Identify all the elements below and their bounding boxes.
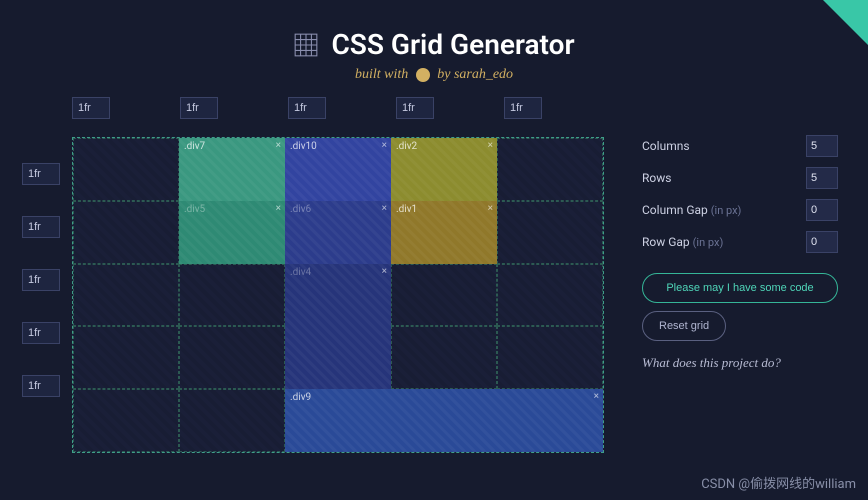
close-icon[interactable]: × [594, 391, 599, 402]
grid-cell[interactable] [179, 389, 285, 452]
row-unit-inputs [22, 163, 60, 397]
subtitle-author[interactable]: by sarah_edo [434, 67, 513, 82]
column-unit-inputs [72, 97, 612, 119]
col-unit-2[interactable] [288, 97, 326, 119]
div-label: .div5 [184, 204, 205, 215]
project-info-link[interactable]: What does this project do? [642, 355, 838, 371]
row-unit-0[interactable] [22, 163, 60, 185]
grid-cell[interactable] [391, 326, 497, 389]
code-button[interactable]: Please may I have some code [642, 273, 838, 303]
row-unit-4[interactable] [22, 375, 60, 397]
px-hint: (in px) [693, 236, 724, 249]
placed-div10[interactable]: .div10 × [285, 138, 391, 201]
input-row-gap[interactable] [806, 231, 838, 253]
watermark: CSDN @偷拨网线的william [701, 473, 856, 492]
field-columns: Columns [642, 135, 838, 157]
placed-div4[interactable]: .div4 × [285, 264, 391, 390]
close-icon[interactable]: × [382, 203, 387, 214]
heart-icon [416, 68, 430, 82]
col-unit-1[interactable] [180, 97, 218, 119]
grid-cell[interactable] [497, 326, 603, 389]
grid-cell[interactable] [73, 201, 179, 264]
grid-editor: .div7 × .div10 × .div2 × .div5 × .div6 × .div… [22, 97, 612, 453]
close-icon[interactable]: × [276, 203, 281, 214]
grid-cell[interactable] [179, 264, 285, 327]
label-rows: Rows [642, 171, 671, 185]
close-icon[interactable]: × [488, 140, 493, 151]
div-label: .div7 [184, 141, 205, 152]
header: CSS Grid Generator built with by sarah_e… [0, 0, 868, 83]
grid-cell[interactable] [73, 326, 179, 389]
row-unit-2[interactable] [22, 269, 60, 291]
grid-cell[interactable] [497, 264, 603, 327]
grid-canvas[interactable]: .div7 × .div10 × .div2 × .div5 × .div6 × .div… [72, 137, 604, 453]
col-unit-3[interactable] [396, 97, 434, 119]
placed-div9[interactable]: .div9 × [285, 389, 603, 452]
div-label: .div10 [290, 141, 317, 152]
field-column-gap: Column Gap (in px) [642, 199, 838, 221]
grid-cell[interactable] [497, 201, 603, 264]
row-unit-1[interactable] [22, 216, 60, 238]
placed-div7[interactable]: .div7 × [179, 138, 285, 201]
col-unit-0[interactable] [72, 97, 110, 119]
placed-div2[interactable]: .div2 × [391, 138, 497, 201]
close-icon[interactable]: × [382, 266, 387, 277]
field-rows: Rows [642, 167, 838, 189]
grid-cell[interactable] [73, 138, 179, 201]
div-label: .div9 [290, 392, 311, 403]
placed-div6[interactable]: .div6 × [285, 201, 391, 264]
page-title: CSS Grid Generator [331, 28, 574, 61]
div-label: .div2 [396, 141, 417, 152]
row-unit-3[interactable] [22, 322, 60, 344]
placed-div1[interactable]: .div1 × [391, 201, 497, 264]
px-hint: (in px) [711, 204, 742, 217]
grid-cell[interactable] [73, 264, 179, 327]
placed-div5[interactable]: .div5 × [179, 201, 285, 264]
grid-cell[interactable] [391, 264, 497, 327]
label-row-gap: Row Gap (in px) [642, 235, 723, 249]
grid-logo-icon [293, 32, 319, 58]
github-corner[interactable] [823, 0, 868, 45]
grid-cell[interactable] [73, 389, 179, 452]
subtitle-prefix: built with [355, 67, 412, 82]
input-column-gap[interactable] [806, 199, 838, 221]
label-columns: Columns [642, 139, 690, 153]
field-row-gap: Row Gap (in px) [642, 231, 838, 253]
close-icon[interactable]: × [382, 140, 387, 151]
div-label: .div1 [396, 204, 417, 215]
input-columns[interactable] [806, 135, 838, 157]
sidebar: Columns Rows Column Gap (in px) Row Gap … [642, 97, 838, 371]
div-label: .div6 [290, 204, 311, 215]
close-icon[interactable]: × [276, 140, 281, 151]
label-column-gap: Column Gap (in px) [642, 203, 741, 217]
input-rows[interactable] [806, 167, 838, 189]
grid-cell[interactable] [179, 326, 285, 389]
subtitle: built with by sarah_edo [0, 67, 868, 83]
div-label: .div4 [290, 267, 311, 278]
col-unit-4[interactable] [504, 97, 542, 119]
grid-cell[interactable] [497, 138, 603, 201]
close-icon[interactable]: × [488, 203, 493, 214]
reset-button[interactable]: Reset grid [642, 311, 726, 341]
